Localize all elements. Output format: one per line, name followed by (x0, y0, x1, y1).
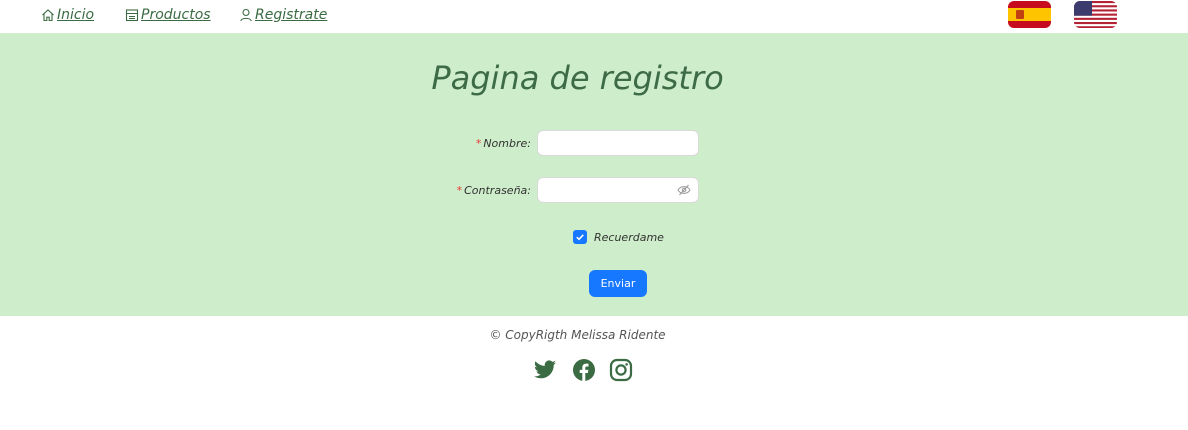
user-icon (240, 8, 252, 22)
top-navbar: Inicio Productos Registrate (0, 0, 1188, 33)
required-mark: * (456, 184, 463, 197)
contrasena-label-colon: : (527, 184, 531, 197)
usa-flag-icon[interactable] (1074, 1, 1117, 28)
contrasena-input[interactable] (537, 177, 699, 203)
nombre-label-colon: : (527, 137, 531, 150)
nombre-input[interactable] (537, 130, 699, 156)
spain-flag-icon[interactable] (1008, 1, 1051, 28)
submit-button[interactable]: Enviar (589, 270, 647, 297)
instagram-icon[interactable] (609, 358, 633, 382)
home-icon (42, 9, 54, 22)
contrasena-label-text: Contraseña (464, 184, 528, 197)
nombre-label-text: Nombre (483, 137, 528, 150)
copyright-text: © CopyRigth Melissa Ridente (489, 328, 666, 342)
eye-invisible-icon[interactable] (677, 184, 691, 196)
shop-icon (125, 9, 139, 22)
checkbox-checked-icon[interactable] (573, 230, 587, 244)
nav-link-inicio[interactable]: Inicio (41, 5, 94, 25)
twitter-icon[interactable] (533, 358, 557, 382)
nav-link-registrate-label: Registrate (255, 7, 328, 23)
remember-label: Recuerdame (594, 230, 664, 244)
nombre-label: * Nombre: (440, 137, 531, 150)
nav-link-inicio-label: Inicio (57, 7, 95, 23)
required-mark: * (475, 137, 482, 150)
facebook-icon[interactable] (572, 358, 596, 382)
nav-link-registrate[interactable]: Registrate (239, 5, 327, 25)
contrasena-label: * Contraseña: (430, 184, 531, 197)
nav-link-productos-label: Productos (141, 7, 211, 23)
remember-checkbox[interactable]: Recuerdame (573, 230, 664, 244)
nav-link-productos[interactable]: Productos (125, 5, 211, 25)
register-form-section: Pagina de registro * Nombre: * Contraseña:… (0, 33, 1188, 316)
page-title: Pagina de registro (431, 59, 724, 97)
